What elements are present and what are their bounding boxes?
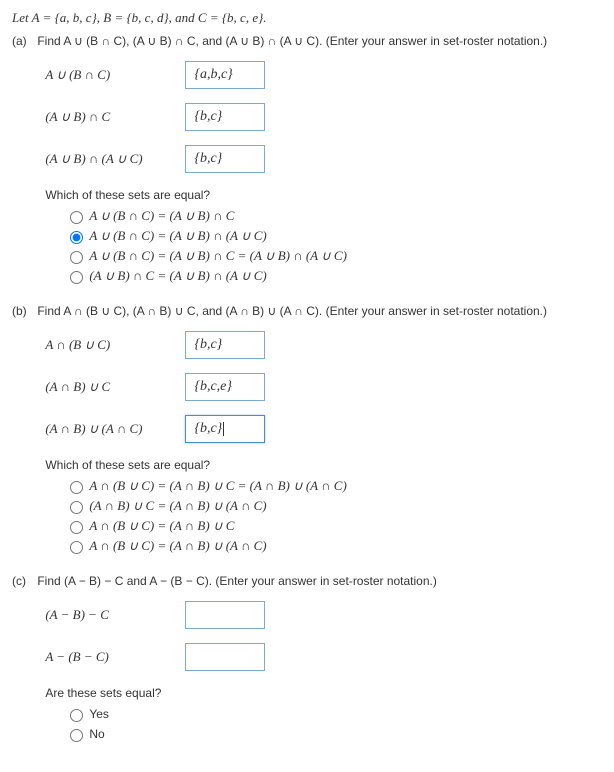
part-b-option-2: A ∩ (B ∪ C) = (A ∩ B) ∪ C xyxy=(65,518,597,534)
part-c-row-1-label: A − (B − C) xyxy=(45,649,185,665)
part-a-option-2: A ∪ (B ∩ C) = (A ∪ B) ∩ C = (A ∪ B) ∩ (A… xyxy=(65,248,597,264)
part-b-prompt: Find A ∩ (B ∪ C), (A ∩ B) ∪ C, and (A ∩ … xyxy=(37,304,597,318)
part-b-row-0-label: A ∩ (B ∪ C) xyxy=(45,337,185,353)
part-a-row-0: A ∪ (B ∩ C) {a,b,c} xyxy=(45,58,597,92)
part-c-prompt: Find (A − B) − C and A − (B − C). (Enter… xyxy=(37,574,597,588)
part-b: (b) Find A ∩ (B ∪ C), (A ∩ B) ∪ C, and (… xyxy=(12,304,602,558)
part-c-row-1-input[interactable] xyxy=(185,643,265,671)
part-b-radio-1[interactable] xyxy=(70,501,83,514)
part-c-row-1: A − (B − C) xyxy=(45,640,597,674)
part-c-row-0-label: (A − B) − C xyxy=(45,607,185,623)
part-c-radio-0[interactable] xyxy=(70,709,83,722)
part-b-row-0-input[interactable]: {b,c} xyxy=(185,331,265,359)
part-c-option-1-label: No xyxy=(89,727,104,741)
part-c-which: Are these sets equal? xyxy=(45,686,597,700)
part-b-radio-2[interactable] xyxy=(70,521,83,534)
part-b-radio-3[interactable] xyxy=(70,541,83,554)
part-b-row-1: (A ∩ B) ∪ C {b,c,e} xyxy=(45,370,597,404)
part-a-option-0-label: A ∪ (B ∩ C) = (A ∪ B) ∩ C xyxy=(89,208,234,224)
part-a-row-0-label: A ∪ (B ∩ C) xyxy=(45,67,185,83)
part-a-which: Which of these sets are equal? xyxy=(45,188,597,202)
part-a-radio-0[interactable] xyxy=(70,211,83,224)
part-a-row-1-label: (A ∪ B) ∩ C xyxy=(45,109,185,125)
part-b-which: Which of these sets are equal? xyxy=(45,458,597,472)
part-b-row-1-input[interactable]: {b,c,e} xyxy=(185,373,265,401)
part-b-option-0: A ∩ (B ∪ C) = (A ∩ B) ∪ C = (A ∩ B) ∪ (A… xyxy=(65,478,597,494)
part-b-option-1-label: (A ∩ B) ∪ C = (A ∩ B) ∪ (A ∩ C) xyxy=(89,498,266,514)
part-a-option-3-label: (A ∪ B) ∩ C = (A ∪ B) ∩ (A ∪ C) xyxy=(89,268,266,284)
part-a-row-1: (A ∪ B) ∩ C {b,c} xyxy=(45,100,597,134)
part-a-option-0: A ∪ (B ∩ C) = (A ∪ B) ∩ C xyxy=(65,208,597,224)
part-a-radio-2[interactable] xyxy=(70,251,83,264)
part-c-radio-1[interactable] xyxy=(70,729,83,742)
part-b-radio-0[interactable] xyxy=(70,481,83,494)
part-b-option-0-label: A ∩ (B ∪ C) = (A ∩ B) ∪ C = (A ∩ B) ∪ (A… xyxy=(89,478,346,494)
part-a-row-2-label: (A ∪ B) ∩ (A ∪ C) xyxy=(45,151,185,167)
part-c-option-0-label: Yes xyxy=(89,707,109,721)
part-a-option-1-label: A ∪ (B ∩ C) = (A ∪ B) ∩ (A ∪ C) xyxy=(89,228,266,244)
part-a-option-1: A ∪ (B ∩ C) = (A ∪ B) ∩ (A ∪ C) xyxy=(65,228,597,244)
part-b-option-3: A ∩ (B ∪ C) = (A ∩ B) ∪ (A ∩ C) xyxy=(65,538,597,554)
part-b-option-2-label: A ∩ (B ∪ C) = (A ∩ B) ∪ C xyxy=(89,518,234,534)
part-a: (a) Find A ∪ (B ∩ C), (A ∪ B) ∩ C, and (… xyxy=(12,34,602,288)
part-b-row-2: (A ∩ B) ∪ (A ∩ C) {b,c} xyxy=(45,412,597,446)
part-c-label: (c) xyxy=(12,574,34,588)
part-c-row-0: (A − B) − C xyxy=(45,598,597,632)
part-c-option-0: Yes xyxy=(65,706,597,722)
part-a-row-2: (A ∪ B) ∩ (A ∪ C) {b,c} xyxy=(45,142,597,176)
part-c-row-0-input[interactable] xyxy=(185,601,265,629)
part-a-label: (a) xyxy=(12,34,34,48)
part-b-row-2-label: (A ∩ B) ∪ (A ∩ C) xyxy=(45,421,185,437)
part-a-prompt: Find A ∪ (B ∩ C), (A ∪ B) ∩ C, and (A ∪ … xyxy=(37,34,597,48)
part-a-option-2-label: A ∪ (B ∩ C) = (A ∪ B) ∩ C = (A ∪ B) ∩ (A… xyxy=(89,248,347,264)
part-a-row-0-input[interactable]: {a,b,c} xyxy=(185,61,265,89)
part-a-option-3: (A ∪ B) ∩ C = (A ∪ B) ∩ (A ∪ C) xyxy=(65,268,597,284)
part-b-label: (b) xyxy=(12,304,34,318)
part-b-row-2-input[interactable]: {b,c} xyxy=(185,415,265,443)
part-a-row-1-input[interactable]: {b,c} xyxy=(185,103,265,131)
part-a-row-2-input[interactable]: {b,c} xyxy=(185,145,265,173)
part-b-option-3-label: A ∩ (B ∪ C) = (A ∩ B) ∪ (A ∩ C) xyxy=(89,538,266,554)
part-c-option-1: No xyxy=(65,726,597,742)
part-c: (c) Find (A − B) − C and A − (B − C). (E… xyxy=(12,574,602,746)
part-b-row-0: A ∩ (B ∪ C) {b,c} xyxy=(45,328,597,362)
part-a-radio-1[interactable] xyxy=(70,231,83,244)
part-b-row-1-label: (A ∩ B) ∪ C xyxy=(45,379,185,395)
part-b-option-1: (A ∩ B) ∪ C = (A ∩ B) ∪ (A ∩ C) xyxy=(65,498,597,514)
intro-text: Let A = {a, b, c}, B = {b, c, d}, and C … xyxy=(12,10,602,26)
text-cursor xyxy=(223,422,224,436)
part-a-radio-3[interactable] xyxy=(70,271,83,284)
